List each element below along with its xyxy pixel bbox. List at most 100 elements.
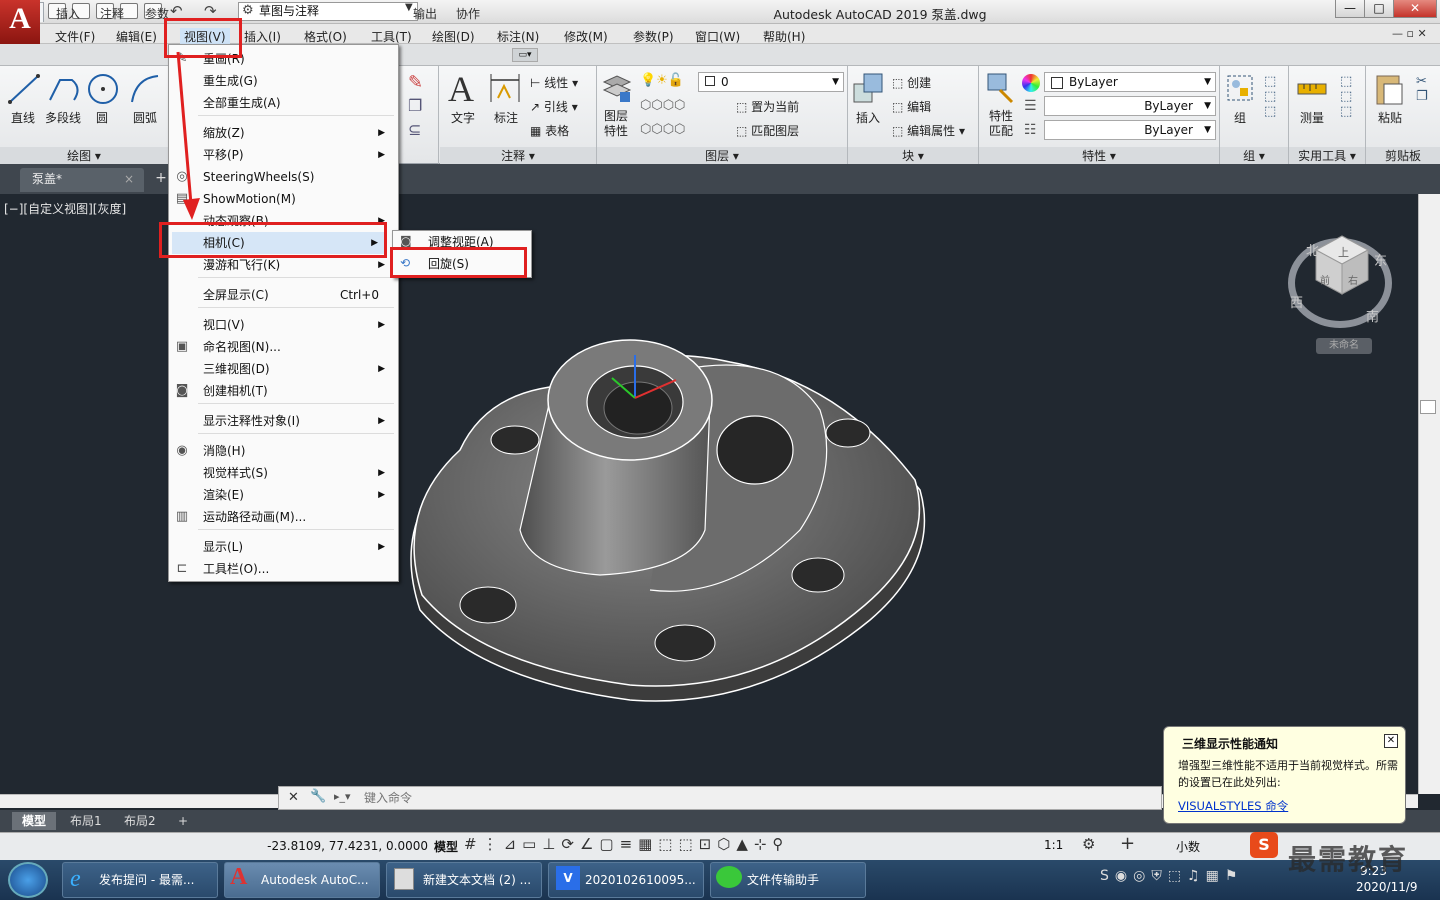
color-dropdown[interactable]: ByLayer ▼: [1044, 72, 1216, 92]
menu-item[interactable]: 插入(I): [244, 28, 281, 45]
view-menu-item[interactable]: 重生成(G): [203, 70, 393, 92]
tab-output[interactable]: 输出: [413, 5, 437, 22]
line-icon[interactable]: [8, 72, 40, 106]
match-properties-icon[interactable]: [986, 72, 1016, 104]
edit-attributes-button[interactable]: ⬚ 编辑属性 ▾: [892, 122, 965, 139]
lineweight-dropdown[interactable]: ByLayer ▼: [1044, 120, 1216, 140]
tab-collaborate[interactable]: 协作: [456, 5, 480, 22]
vertical-scrollbar[interactable]: [1418, 194, 1440, 794]
compass-south[interactable]: 南: [1366, 306, 1379, 325]
menu-item[interactable]: 绘图(D): [432, 28, 475, 45]
polyline-icon[interactable]: [48, 72, 82, 106]
offset-icon[interactable]: ⊆: [408, 120, 421, 139]
menu-item[interactable]: 格式(O): [304, 28, 347, 45]
pencil-icon[interactable]: ✎: [408, 72, 423, 93]
maximize-button[interactable]: □: [1364, 0, 1394, 18]
menu-item[interactable]: 工具(T): [371, 28, 412, 45]
utilities-panel-title[interactable]: 实用工具 ▾: [1289, 147, 1365, 164]
clock-date[interactable]: 2020/11/9: [1356, 880, 1418, 894]
view-menu-item[interactable]: 渲染(E) ▶: [203, 484, 393, 506]
compass-west[interactable]: 西: [1290, 292, 1303, 311]
view-menu-item[interactable]: 显示注释性对象(I) ▶: [203, 410, 393, 432]
linear-dim-button[interactable]: ⊢ 线性 ▾: [530, 74, 578, 91]
layer-properties-icon[interactable]: [602, 72, 632, 104]
view-menu-item[interactable]: 全屏显示(C) Ctrl+0: [203, 284, 393, 306]
match-layer-button[interactable]: ⬚ 匹配图层: [736, 122, 799, 139]
viewcube-right-label[interactable]: 右: [1348, 272, 1358, 287]
sogou-ime-icon[interactable]: S: [1250, 832, 1278, 858]
viewcube-front-label[interactable]: 前: [1320, 272, 1330, 287]
groups-panel-title[interactable]: 组 ▾: [1220, 147, 1288, 164]
polyline-button-label[interactable]: 多段线: [45, 109, 81, 126]
view-menu-item[interactable]: 视觉样式(S) ▶: [203, 462, 393, 484]
start-button[interactable]: [8, 862, 48, 898]
create-block-button[interactable]: ⬚ 创建: [892, 74, 931, 91]
dimension-button-label[interactable]: 标注: [494, 109, 518, 126]
view-menu-item[interactable]: 消隐(H): [203, 440, 393, 462]
view-menu-item[interactable]: 三维视图(D) ▶: [203, 358, 393, 380]
color-wheel-icon[interactable]: [1022, 74, 1040, 92]
group-tools-icons[interactable]: ⬚ ⬚ ⬚: [1264, 74, 1276, 119]
arc-icon[interactable]: [128, 72, 162, 106]
block-panel-title[interactable]: 块 ▾: [848, 147, 978, 164]
workspace-dropdown[interactable]: 草图与注释: [238, 2, 418, 21]
layer-state-icons[interactable]: 💡☀🔓: [640, 73, 684, 88]
notification-close-button[interactable]: ✕: [1384, 734, 1398, 748]
viewcube[interactable]: [1310, 232, 1372, 298]
group-icon[interactable]: [1226, 72, 1254, 104]
edit-block-button[interactable]: ⬚ 编辑: [892, 98, 931, 115]
arc-button-label[interactable]: 圆弧: [133, 109, 157, 126]
units-dropdown[interactable]: 小数: [1176, 838, 1200, 855]
insert-block-icon[interactable]: [852, 72, 884, 104]
tab-layout1[interactable]: 布局1: [60, 812, 112, 830]
layer-tools-row1[interactable]: ⬡⬡⬡⬡: [640, 98, 685, 113]
menu-item[interactable]: 编辑(E): [116, 28, 157, 45]
view-menu-item[interactable]: 视口(V) ▶: [203, 314, 393, 336]
view-menu-item[interactable]: 全部重生成(A): [203, 92, 393, 114]
close-button[interactable]: ✕: [1393, 0, 1437, 18]
wcs-dropdown[interactable]: 未命名: [1316, 338, 1372, 354]
dimension-icon[interactable]: [488, 72, 522, 106]
annotation-panel-title[interactable]: 注释 ▾: [440, 147, 596, 164]
doc-window-controls[interactable]: — ▫ ✕: [1392, 27, 1427, 40]
tab-layout2[interactable]: 布局2: [114, 812, 166, 830]
text-icon[interactable]: A: [448, 68, 474, 110]
visualstyles-link[interactable]: VISUALSTYLES 命令: [1178, 798, 1288, 814]
draw-panel-title[interactable]: 绘图 ▾: [0, 147, 168, 164]
insert-button-label[interactable]: 插入: [856, 109, 880, 126]
measure-icon[interactable]: [1296, 74, 1328, 102]
menu-item[interactable]: 参数(P): [633, 28, 674, 45]
taskbar-autocad-window[interactable]: Autodesk AutoC...: [224, 862, 380, 898]
model-space-button[interactable]: 模型: [434, 838, 458, 855]
minimize-button[interactable]: —: [1335, 0, 1365, 18]
command-close-icon[interactable]: ✕: [288, 790, 299, 805]
menu-item[interactable]: 窗口(W): [695, 28, 740, 45]
view-menu-item[interactable]: 平移(P) ▶: [203, 144, 393, 166]
view-menu-item[interactable]: ShowMotion(M): [203, 188, 393, 210]
menu-item[interactable]: 文件(F): [55, 28, 95, 45]
scrollbar-thumb[interactable]: [1420, 400, 1436, 414]
layers-panel-title[interactable]: 图层 ▾: [597, 147, 847, 164]
circle-icon[interactable]: [86, 72, 120, 106]
view-menu-item[interactable]: 显示(L) ▶: [203, 536, 393, 558]
layer-dropdown[interactable]: 0 ▼: [698, 72, 844, 92]
tab-insert[interactable]: 插入: [56, 5, 80, 22]
view-menu-item[interactable]: 运动路径动画(M)...: [203, 506, 393, 528]
layer-tools-row2[interactable]: ⬡⬡⬡⬡: [640, 122, 685, 137]
tab-model[interactable]: 模型: [12, 812, 57, 830]
viewcube-top-label[interactable]: 上: [1338, 244, 1349, 260]
menu-item[interactable]: 修改(M): [564, 28, 608, 45]
text-button-label[interactable]: 文字: [451, 109, 475, 126]
leader-button[interactable]: ↗ 引线 ▾: [530, 98, 578, 115]
plus-icon[interactable]: +: [1120, 833, 1135, 854]
view-menu-item[interactable]: 缩放(Z) ▶: [203, 122, 393, 144]
paste-button-label[interactable]: 粘贴: [1378, 109, 1402, 126]
close-icon[interactable]: ×: [124, 168, 134, 190]
clipboard-tools-icons[interactable]: ✂ ❐: [1416, 74, 1428, 104]
copy-icon[interactable]: ❐: [408, 96, 422, 115]
view-menu-item[interactable]: 工具栏(O)...: [203, 558, 393, 580]
line-button-label[interactable]: 直线: [11, 109, 35, 126]
clipboard-panel-title[interactable]: 剪贴板: [1366, 147, 1440, 164]
annotation-scale[interactable]: 1:1: [1044, 838, 1063, 852]
app-logo-button[interactable]: A: [0, 0, 40, 44]
